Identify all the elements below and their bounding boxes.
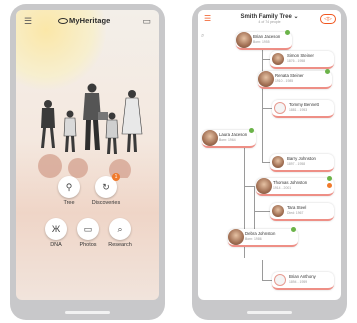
- logo: MyHeritage: [58, 16, 110, 25]
- home-indicator[interactable]: [65, 311, 110, 314]
- logo-icon: [58, 18, 68, 25]
- feature-research-label: Research: [108, 242, 132, 248]
- person-name: Tara Steel: [287, 205, 307, 210]
- person-name: Tommy Bennett: [289, 102, 319, 107]
- person-dates: Born: 1955: [253, 40, 270, 44]
- discoveries-icon: ↻ 1: [95, 173, 120, 198]
- hamburger-icon[interactable]: ☰: [24, 17, 32, 26]
- person-photo: [202, 130, 218, 146]
- person-dates: 1876 - 1958: [287, 59, 306, 63]
- person-dates: Born: 1986: [245, 237, 262, 241]
- feature-discoveries-label: Discoveries: [91, 200, 121, 206]
- person-dates: 1910 - 1985: [275, 79, 294, 83]
- logo-text: MyHeritage: [69, 16, 111, 25]
- person-card[interactable]: Debra Johnston Born: 1986: [228, 227, 298, 247]
- phone-home: ☰ MyHeritage ▭ ⚲ Tree ↻ 1 Discoveries Ж …: [10, 4, 165, 320]
- inbox-icon[interactable]: ▭: [142, 17, 151, 26]
- tree-screen: ☰ Smith Family Tree ⌄ 4 of 74 people ◁▷ …: [198, 10, 341, 300]
- family-photo: [38, 83, 143, 178]
- person-name: Brian Jaceson: [253, 34, 281, 39]
- feature-photos-label: Photos: [79, 242, 97, 248]
- green-dot-icon: [291, 227, 296, 232]
- photos-icon: ▭: [77, 218, 99, 240]
- person-dates: Died: 1967: [287, 211, 304, 215]
- person-card[interactable]: Simon Steiner 1876 - 1958: [270, 51, 334, 69]
- feature-dna-label: DNA: [50, 242, 62, 248]
- tree-icon: ⚲: [58, 176, 80, 198]
- person-name: Simon Steiner: [287, 53, 314, 58]
- silhouette-icon: [274, 102, 286, 114]
- tree-connector: [244, 186, 254, 187]
- tree-connector: [262, 280, 272, 281]
- research-icon: ⌕: [109, 218, 131, 240]
- green-dot-icon: [249, 128, 254, 133]
- tree-connector: [262, 59, 270, 60]
- home-screen: ☰ MyHeritage ▭ ⚲ Tree ↻ 1 Discoveries Ж …: [16, 10, 159, 300]
- person-card[interactable]: Brian Jaceson Born: 1955: [236, 30, 292, 50]
- person-dates: 1897 - 1958: [287, 162, 306, 166]
- green-dot-icon: [327, 176, 332, 181]
- person-photo: [258, 71, 274, 87]
- person-photo: [272, 53, 284, 65]
- tree-connector: [254, 211, 270, 212]
- person-name: Laura Jaceson: [219, 132, 248, 137]
- person-card[interactable]: Laura Jaceson Born: 1964: [202, 128, 256, 148]
- feature-tree[interactable]: ⚲ Tree: [51, 176, 87, 206]
- tree-connector: [262, 260, 263, 280]
- person-dates: 1894 - 1959: [289, 280, 308, 284]
- home-indicator[interactable]: [247, 311, 292, 314]
- person-card[interactable]: Renata Steiner 1910 - 1985: [258, 69, 332, 89]
- person-card[interactable]: Tara Steel Died: 1967: [270, 203, 334, 221]
- person-card[interactable]: Brian Anthony 1894 - 1959: [272, 272, 334, 290]
- person-name: Barry Johnston: [287, 156, 316, 161]
- discoveries-badge: 1: [112, 173, 120, 181]
- search-icon[interactable]: ⌕: [201, 33, 204, 40]
- person-name: Brian Anthony: [289, 274, 316, 279]
- person-photo: [272, 205, 284, 217]
- silhouette-icon: [274, 274, 286, 286]
- person-card[interactable]: Thomas Johnston 1914 - 2001: [256, 176, 334, 196]
- home-topbar: ☰ MyHeritage ▭: [16, 10, 159, 32]
- person-name: Debra Johnston: [245, 231, 276, 236]
- person-dates: Born: 1964: [219, 138, 236, 142]
- feature-discoveries[interactable]: ↻ 1 Discoveries: [88, 173, 124, 206]
- person-name: Thomas Johnston: [273, 180, 308, 185]
- phone-tree: ☰ Smith Family Tree ⌄ 4 of 74 people ◁▷ …: [192, 4, 347, 320]
- person-card[interactable]: Tommy Bennett 1881 - 1953: [272, 100, 334, 118]
- person-card[interactable]: Barry Johnston 1897 - 1958: [270, 154, 334, 172]
- tree-connector: [262, 162, 270, 163]
- person-name: Renata Steiner: [275, 73, 304, 78]
- person-photo: [256, 178, 272, 194]
- person-dates: 1881 - 1953: [289, 108, 308, 112]
- person-photo: [236, 32, 252, 48]
- tree-header: ☰ Smith Family Tree ⌄ 4 of 74 people ◁▷: [198, 10, 341, 30]
- person-dates: 1914 - 2001: [273, 186, 292, 190]
- person-photo: [228, 229, 244, 245]
- green-dot-icon: [325, 69, 330, 74]
- person-photo: [272, 156, 284, 168]
- feature-photos[interactable]: ▭ Photos: [70, 218, 106, 248]
- tree-connector: [262, 108, 272, 109]
- discoveries-glyph: ↻: [102, 182, 110, 192]
- feature-dna[interactable]: Ж DNA: [38, 218, 74, 248]
- dna-icon: Ж: [45, 218, 67, 240]
- feature-research[interactable]: ⌕ Research: [102, 218, 138, 248]
- feature-tree-label: Tree: [63, 200, 75, 206]
- orange-dot-icon: [327, 183, 332, 188]
- green-dot-icon: [285, 30, 290, 35]
- view-toggle-button[interactable]: ◁▷: [320, 14, 336, 24]
